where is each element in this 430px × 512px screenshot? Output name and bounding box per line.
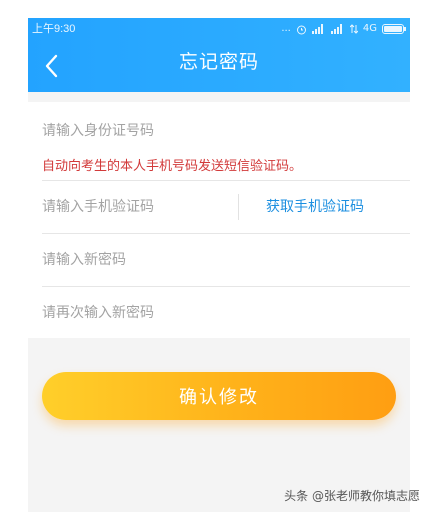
status-time: 上午9:30 — [32, 23, 76, 35]
new-password-input[interactable] — [42, 245, 242, 275]
battery-icon — [382, 24, 406, 34]
new-password-row — [42, 245, 410, 275]
divider — [42, 233, 410, 234]
sms-hint-text: 自动向考生的本人手机号码发送短信验证码。 — [42, 159, 303, 174]
confirm-change-button[interactable]: 确认修改 — [42, 372, 396, 420]
app-screen: 上午9:30 ... 4G 忘记密码 请输入身份证号码 自动向考生的本人手机号码… — [28, 18, 410, 512]
data-arrows-icon — [349, 24, 358, 34]
more-dots-icon: ... — [281, 23, 291, 34]
id-number-row — [42, 116, 410, 146]
header: 上午9:30 ... 4G 忘记密码 — [28, 18, 410, 92]
back-button[interactable] — [36, 48, 72, 84]
chevron-left-icon — [45, 54, 58, 78]
confirm-password-input[interactable] — [42, 298, 242, 328]
get-sms-code-button[interactable]: 获取手机验证码 — [266, 194, 364, 220]
id-number-input[interactable] — [42, 116, 242, 146]
alarm-icon — [296, 25, 306, 34]
nav-bar: 忘记密码 — [28, 40, 410, 92]
status-bar: 上午9:30 ... 4G — [28, 18, 410, 40]
network-type: 4G — [362, 23, 377, 34]
confirm-password-row — [42, 298, 410, 328]
signal-icon — [311, 24, 323, 34]
status-icons: ... 4G — [281, 18, 406, 40]
signal-icon-2 — [330, 24, 342, 34]
divider — [42, 180, 410, 181]
watermark-text: 头条 @张老师教你填志愿 — [284, 489, 420, 503]
sms-code-input[interactable] — [42, 192, 222, 222]
form-card: 自动向考生的本人手机号码发送短信验证码。 获取手机验证码 — [28, 102, 410, 338]
vertical-divider — [238, 194, 239, 220]
page-title: 忘记密码 — [178, 51, 259, 73]
divider — [42, 286, 410, 287]
